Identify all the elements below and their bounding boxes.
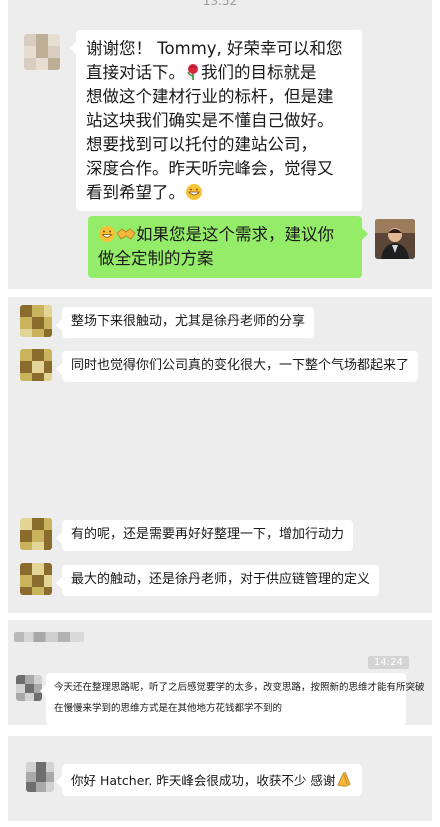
incoming-message-bubble[interactable]: 有的呢，还是需要再好好整理一下，增加行动力 bbox=[55, 520, 354, 551]
message-text: 你好 Hatcher. 昨天峰会很成功，收获不少 感谢 bbox=[71, 773, 336, 788]
message-line: 看到希望了。 bbox=[86, 181, 352, 205]
avatar[interactable] bbox=[24, 34, 60, 70]
chat-panel-2: 整场下来很触动，尤其是徐丹老师的分享 同时也觉得你们公司真的变化很大，一下整个气… bbox=[8, 297, 432, 613]
message-line: 站这块我们确实是不懂自己做好。 bbox=[86, 110, 334, 130]
avatar[interactable] bbox=[20, 563, 52, 595]
chat-panel-4: 你好 Hatcher. 昨天峰会很成功，收获不少 感谢 bbox=[8, 736, 432, 821]
incoming-message-bubble[interactable]: 谢谢您！ Tommy, 好荣幸可以和您 直接对话下。 我们的目标就是 想做这个建材… bbox=[70, 30, 362, 212]
message-line: 想要找到可以托付的建站公司， bbox=[86, 134, 317, 154]
message-line: 直接对话下。 我们的目标就是 bbox=[86, 62, 317, 82]
clap-icon bbox=[337, 772, 351, 787]
incoming-message-bubble[interactable]: 你好 Hatcher. 昨天峰会很成功，收获不少 感谢 bbox=[55, 764, 363, 797]
message-line: 做全定制的方案 bbox=[98, 248, 214, 268]
avatar[interactable] bbox=[26, 762, 54, 792]
message-timestamp: 13:52 bbox=[202, 0, 238, 8]
message-line: 如果您是这个需求，建议你 bbox=[98, 223, 352, 247]
rose-icon bbox=[187, 63, 198, 80]
message-line: 今天还在整理思路呢，听了之后感觉要学的太多，改变思路，按照新的思维才能有所突破 bbox=[54, 682, 425, 693]
sender-name-blurred bbox=[14, 632, 84, 642]
outgoing-message-bubble[interactable]: 如果您是这个需求，建议你 做全定制的方案 bbox=[88, 216, 368, 278]
grin-icon bbox=[186, 183, 202, 200]
incoming-message-bubble[interactable]: 同时也觉得你们公司真的变化很大，一下整个气场都起来了 bbox=[55, 351, 419, 382]
message-line: 谢谢您！ Tommy, 好荣幸可以和您 bbox=[86, 39, 343, 58]
avatar[interactable] bbox=[20, 518, 52, 550]
avatar[interactable] bbox=[16, 675, 42, 701]
smile-icon bbox=[99, 226, 115, 242]
chat-panel-1: 13:52 谢谢您！ Tommy, 好荣幸可以和您 直接对话下。 我们的目标就是 … bbox=[8, 0, 432, 289]
handshake-icon bbox=[116, 228, 136, 240]
incoming-message-bubble[interactable]: 最大的触动，还是徐丹老师，对于供应链管理的定义 bbox=[55, 565, 380, 596]
avatar[interactable] bbox=[20, 349, 52, 381]
incoming-message-bubble[interactable]: 整场下来很触动，尤其是徐丹老师的分享 bbox=[55, 307, 315, 338]
avatar[interactable] bbox=[375, 219, 415, 259]
message-line: 想做这个建材行业的标杆，但是建 bbox=[86, 86, 334, 106]
chat-panel-3: 14:24 今天还在整理思路呢，听了之后感觉要学的太多，改变思路，按照新的思维才… bbox=[8, 620, 432, 725]
incoming-message-bubble[interactable]: 今天还在整理思路呢，听了之后感觉要学的太多，改变思路，按照新的思维才能有所突破 … bbox=[40, 673, 425, 725]
person-photo-icon bbox=[375, 219, 415, 259]
message-line: 在慢慢来学到的思维方式是在其他地方花钱都学不到的 bbox=[54, 702, 283, 714]
avatar[interactable] bbox=[20, 305, 52, 337]
message-line: 深度合作。昨天听完峰会，觉得又 bbox=[86, 158, 334, 178]
time-badge: 14:24 bbox=[368, 656, 409, 669]
